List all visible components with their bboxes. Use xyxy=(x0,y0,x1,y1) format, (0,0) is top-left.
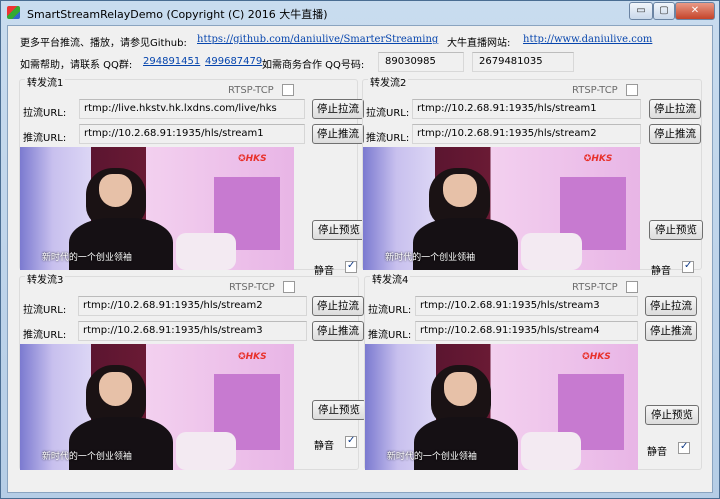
pull-url-label: 拉流URL: xyxy=(368,305,412,316)
relay-stream-group-1: 转发流1 RTSP-TCP 拉流URL: rtmp://live.hkstv.h… xyxy=(19,74,366,277)
stop-pull-button[interactable]: 停止拉流 xyxy=(312,99,364,119)
push-url-input[interactable]: rtmp://10.2.68.91:1935/hls/stream2 xyxy=(412,124,641,144)
pull-url-input[interactable]: rtmp://10.2.68.91:1935/hls/stream3 xyxy=(415,296,638,316)
video-preview: ✪HKS 新时代的一个创业领袖 xyxy=(365,344,638,470)
video-channel-logo: ✪HKS xyxy=(582,351,611,362)
rtsp-tcp-label: RTSP-TCP xyxy=(229,282,275,293)
push-url-label: 推流URL: xyxy=(366,133,410,144)
qq-group-link-1[interactable]: 294891451 xyxy=(143,56,200,67)
stop-preview-button[interactable]: 停止预览 xyxy=(312,220,366,240)
more-platforms-label: 更多平台推流、播放，请参见Github: xyxy=(20,38,187,49)
stop-pull-button[interactable]: 停止拉流 xyxy=(645,296,697,316)
site-label: 大牛直播网站: xyxy=(447,38,511,49)
close-button[interactable]: ✕ xyxy=(675,2,715,20)
stop-preview-button[interactable]: 停止预览 xyxy=(312,400,366,420)
video-person-face xyxy=(443,174,477,208)
group-title: 转发流1 xyxy=(25,74,66,89)
push-url-label: 推流URL: xyxy=(368,330,412,341)
video-preview: ✪HKS 新时代的一个创业领袖 xyxy=(20,344,294,470)
video-pillow xyxy=(176,432,237,470)
stop-pull-button[interactable]: 停止拉流 xyxy=(649,99,701,119)
video-caption: 新时代的一个创业领袖 xyxy=(386,452,477,463)
video-person-face xyxy=(444,371,477,406)
video-pillow xyxy=(520,233,582,270)
video-channel-logo: ✪HKS xyxy=(238,154,267,165)
group-title: 转发流3 xyxy=(25,271,66,286)
push-url-input[interactable]: rtmp://10.2.68.91:1935/hls/stream1 xyxy=(79,124,305,144)
video-channel-logo: ✪HKS xyxy=(583,154,613,165)
relay-stream-group-2: 转发流2 RTSP-TCP 拉流URL: rtmp://10.2.68.91:1… xyxy=(362,74,703,277)
stop-push-button[interactable]: 停止推流 xyxy=(649,124,701,144)
minimize-button[interactable]: ▭ xyxy=(629,2,653,20)
relay-stream-group-3: 转发流3 RTSP-TCP 拉流URL: rtmp://10.2.68.91:1… xyxy=(19,271,366,470)
qq-number-1: 89030985 xyxy=(378,52,464,72)
video-pillow xyxy=(176,233,237,270)
video-preview: ✪HKS 新时代的一个创业领袖 xyxy=(20,147,294,270)
title-bar: SmartStreamRelayDemo (Copyright (C) 2016… xyxy=(1,1,719,25)
qq-number-2: 2679481035 xyxy=(472,52,574,72)
pull-url-input[interactable]: rtmp://10.2.68.91:1935/hls/stream1 xyxy=(412,99,641,119)
window-title: SmartStreamRelayDemo (Copyright (C) 2016… xyxy=(27,8,328,21)
mute-label: 静音 xyxy=(647,447,667,458)
video-preview: ✪HKS 新时代的一个创业领袖 xyxy=(363,147,640,270)
rtsp-tcp-checkbox[interactable] xyxy=(626,84,638,96)
rtsp-tcp-checkbox[interactable] xyxy=(282,84,294,96)
mute-label: 静音 xyxy=(651,266,671,277)
push-url-label: 推流URL: xyxy=(23,133,67,144)
relay-stream-group-4: 转发流4 RTSP-TCP 拉流URL: rtmp://10.2.68.91:1… xyxy=(364,271,702,470)
video-caption: 新时代的一个创业领袖 xyxy=(41,252,132,263)
rtsp-tcp-label: RTSP-TCP xyxy=(572,282,618,293)
stop-push-button[interactable]: 停止推流 xyxy=(312,124,364,144)
video-caption: 新时代的一个创业领袖 xyxy=(41,452,132,463)
mute-label: 静音 xyxy=(314,441,334,452)
stop-push-button[interactable]: 停止推流 xyxy=(312,321,364,341)
video-pillow xyxy=(520,432,581,470)
site-link[interactable]: http://www.daniulive.com xyxy=(523,34,652,45)
stop-preview-button[interactable]: 停止预览 xyxy=(645,405,699,425)
push-url-label: 推流URL: xyxy=(23,330,67,341)
video-person-face xyxy=(99,371,133,406)
pull-url-label: 拉流URL: xyxy=(366,108,410,119)
pull-url-input[interactable]: rtmp://live.hkstv.hk.lxdns.com/live/hks xyxy=(79,99,305,119)
rtsp-tcp-label: RTSP-TCP xyxy=(228,85,274,96)
video-caption: 新时代的一个创业领袖 xyxy=(385,252,476,263)
business-label: 如需商务合作 QQ号码: xyxy=(262,60,365,71)
pull-url-label: 拉流URL: xyxy=(23,108,67,119)
client-area: 更多平台推流、播放，请参见Github: https://github.com/… xyxy=(7,25,713,493)
github-link[interactable]: https://github.com/daniulive/SmarterStre… xyxy=(197,34,438,45)
rtsp-tcp-label: RTSP-TCP xyxy=(572,85,618,96)
pull-url-label: 拉流URL: xyxy=(23,305,67,316)
group-title: 转发流4 xyxy=(370,271,411,286)
app-window: SmartStreamRelayDemo (Copyright (C) 2016… xyxy=(0,0,720,499)
push-url-input[interactable]: rtmp://10.2.68.91:1935/hls/stream4 xyxy=(415,321,638,341)
video-channel-logo: ✪HKS xyxy=(238,351,267,362)
rtsp-tcp-checkbox[interactable] xyxy=(283,281,295,293)
push-url-input[interactable]: rtmp://10.2.68.91:1935/hls/stream3 xyxy=(78,321,307,341)
stop-push-button[interactable]: 停止推流 xyxy=(645,321,697,341)
mute-checkbox[interactable] xyxy=(678,441,690,454)
app-icon xyxy=(7,6,20,19)
pull-url-input[interactable]: rtmp://10.2.68.91:1935/hls/stream2 xyxy=(78,296,307,316)
rtsp-tcp-checkbox[interactable] xyxy=(626,281,638,293)
maximize-button[interactable]: ▢ xyxy=(653,2,675,20)
help-label: 如需帮助，请联系 QQ群: xyxy=(20,60,133,71)
mute-checkbox[interactable] xyxy=(682,260,694,273)
mute-checkbox[interactable] xyxy=(345,435,357,448)
stop-preview-button[interactable]: 停止预览 xyxy=(649,220,703,240)
mute-label: 静音 xyxy=(314,266,334,277)
stop-pull-button[interactable]: 停止拉流 xyxy=(312,296,364,316)
mute-checkbox[interactable] xyxy=(345,260,357,273)
qq-group-link-2[interactable]: 499687479 xyxy=(205,56,262,67)
group-title: 转发流2 xyxy=(368,74,409,89)
